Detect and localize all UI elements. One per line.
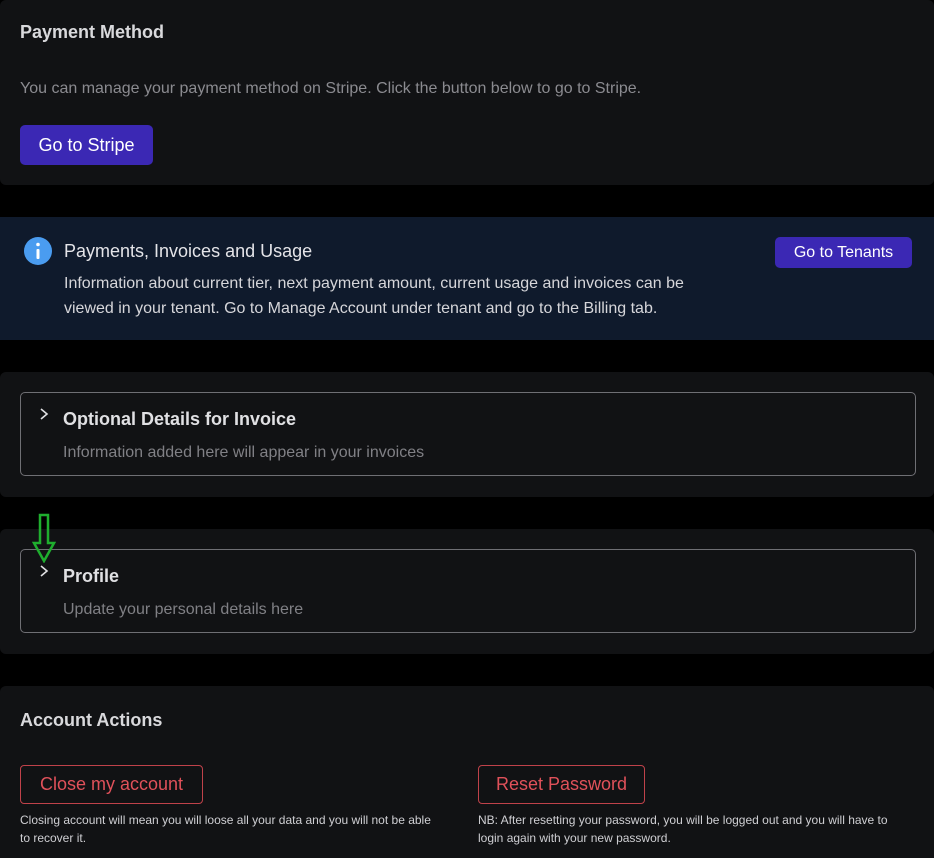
info-banner-title: Payments, Invoices and Usage <box>64 241 313 261</box>
go-to-tenants-button[interactable]: Go to Tenants <box>775 237 912 268</box>
reset-password-note-line-2: login again with your new password. <box>478 831 671 845</box>
profile-title: Profile <box>63 566 120 586</box>
down-arrow-icon <box>31 513 57 564</box>
payment-method-card: Payment Method You can manage your payme… <box>0 0 934 185</box>
go-to-stripe-button[interactable]: Go to Stripe <box>20 125 153 165</box>
info-banner: Payments, Invoices and Usage Information… <box>0 217 934 340</box>
payment-method-title: Payment Method <box>20 22 165 42</box>
profile-accordion[interactable]: Profile Update your personal details her… <box>20 549 916 633</box>
optional-details-card: Optional Details for Invoice Information… <box>0 372 934 497</box>
profile-subtitle: Update your personal details here <box>63 601 304 618</box>
close-account-note: Closing account will mean you will loose… <box>20 811 431 847</box>
reset-password-note: NB: After resetting your password, you w… <box>478 811 888 847</box>
chevron-right-icon <box>38 407 50 421</box>
info-banner-line-2: viewed in your tenant. Go to Manage Acco… <box>64 300 658 317</box>
reset-password-note-line-1: NB: After resetting your password, you w… <box>478 813 888 827</box>
account-actions-card: Account Actions Close my account Closing… <box>0 686 934 858</box>
optional-details-accordion[interactable]: Optional Details for Invoice Information… <box>20 392 916 476</box>
info-icon <box>24 237 52 265</box>
profile-card: Profile Update your personal details her… <box>0 513 934 654</box>
close-account-button[interactable]: Close my account <box>20 765 203 804</box>
close-account-note-line-2: to recover it. <box>20 831 87 845</box>
optional-details-subtitle: Information added here will appear in yo… <box>63 444 425 461</box>
close-account-note-line-1: Closing account will mean you will loose… <box>20 813 431 827</box>
info-banner-line-1: Information about current tier, next pay… <box>64 275 684 292</box>
optional-details-title: Optional Details for Invoice <box>63 409 297 429</box>
account-actions-title: Account Actions <box>20 710 163 730</box>
reset-password-button[interactable]: Reset Password <box>478 765 645 804</box>
payment-method-description: You can manage your payment method on St… <box>20 80 642 97</box>
chevron-right-icon <box>38 564 50 578</box>
